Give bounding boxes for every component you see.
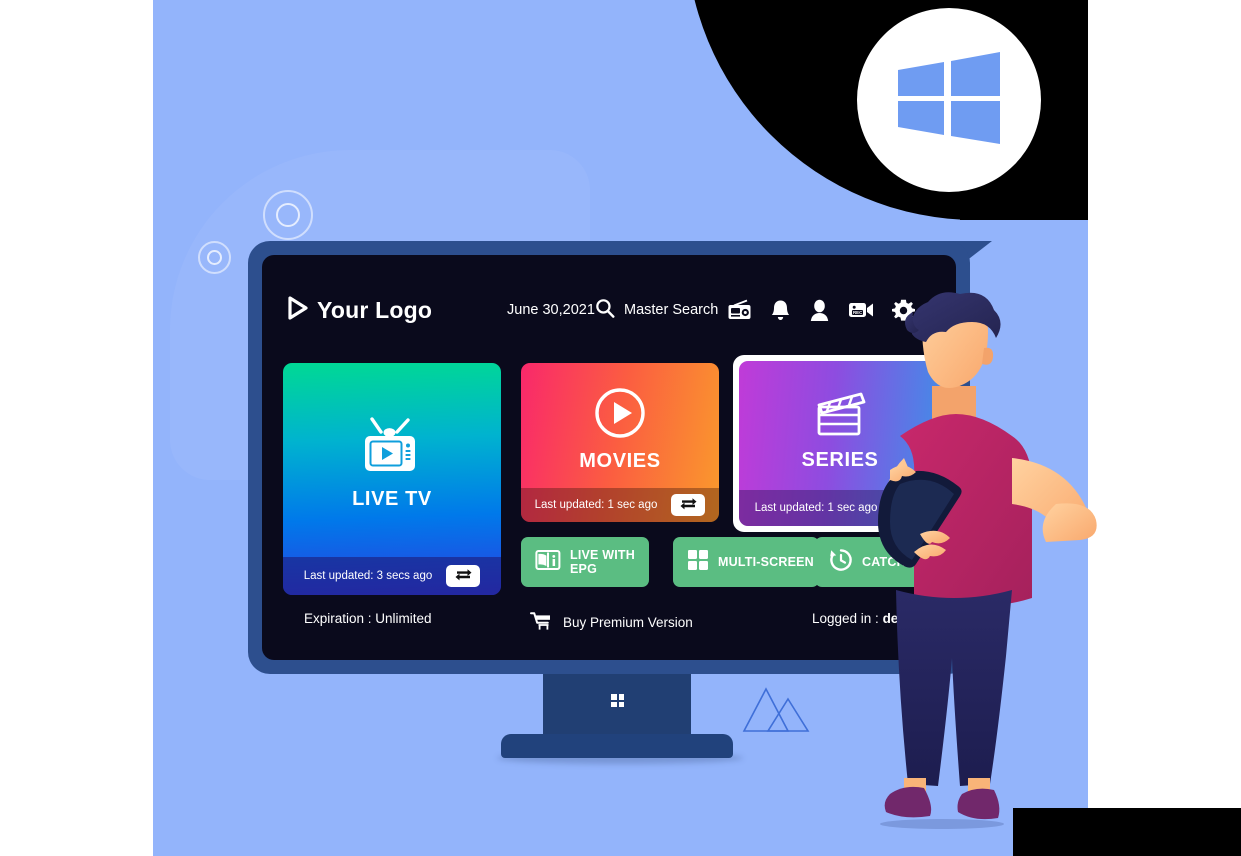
tile-live-tv-footer: Last updated: 3 secs ago — [283, 557, 501, 595]
app-footer: Expiration : Unlimited Buy Premium Versi… — [262, 611, 956, 651]
master-search-label: Master Search — [624, 302, 719, 318]
bell-icon[interactable] — [770, 299, 791, 322]
person-illustration — [860, 290, 1100, 830]
concentric-ring-inner-icon-small — [207, 250, 222, 265]
triangles-icon — [742, 685, 812, 745]
button-multi-screen-label: MULTI-SCREEN — [718, 554, 814, 569]
tile-movies[interactable]: MOVIES Last updated: 1 sec ago — [521, 363, 719, 522]
monitor-base — [501, 734, 733, 758]
windows-logo-icon — [896, 50, 1002, 151]
grid-four-icon — [687, 549, 709, 574]
app-logo[interactable]: Your Logo — [287, 295, 433, 325]
play-triangle-icon — [287, 295, 309, 325]
tile-live-tv[interactable]: LIVE TV Last updated: 3 secs ago — [283, 363, 501, 595]
refresh-loop-icon — [454, 566, 473, 586]
white-margin-left — [0, 0, 153, 856]
tile-live-tv-updated: Last updated: 3 secs ago — [303, 570, 433, 582]
person-icon[interactable] — [809, 299, 830, 322]
white-margin-right — [1088, 0, 1241, 812]
radio-icon[interactable] — [727, 299, 752, 321]
refresh-loop-icon — [679, 495, 698, 515]
footer-buy-premium-label: Buy Premium Version — [563, 615, 693, 630]
tile-live-tv-title: LIVE TV — [352, 488, 432, 510]
button-live-with-epg-label: LIVE WITH EPG — [570, 547, 635, 576]
app-header: Your Logo June 30,2021 Master Search REC — [262, 285, 956, 335]
screenshot-stage: Your Logo June 30,2021 Master Search REC… — [0, 0, 1241, 856]
tile-movies-refresh-button[interactable] — [671, 494, 706, 516]
retro-tv-icon — [361, 417, 423, 482]
footer-buy-premium-button[interactable]: Buy Premium Version — [530, 611, 693, 634]
tile-movies-title: MOVIES — [579, 449, 661, 472]
master-search-button[interactable]: Master Search — [595, 298, 718, 323]
clock-rewind-icon — [829, 548, 853, 575]
search-icon — [595, 298, 615, 323]
windows-platform-badge — [857, 8, 1041, 192]
tile-series-updated: Last updated: 1 sec ago — [754, 502, 878, 514]
footer-expiration: Expiration : Unlimited — [304, 611, 432, 626]
tile-movies-updated: Last updated: 1 sec ago — [534, 499, 658, 511]
shopping-cart-icon — [530, 611, 552, 634]
windows-squares-icon — [611, 694, 624, 707]
button-live-with-epg[interactable]: LIVE WITH EPG — [521, 537, 649, 587]
concentric-ring-inner-icon — [276, 203, 300, 227]
app-screen: Your Logo June 30,2021 Master Search REC… — [262, 255, 956, 660]
app-logo-text: Your Logo — [317, 296, 433, 323]
header-date: June 30,2021 — [507, 302, 595, 318]
epg-book-icon — [535, 549, 561, 574]
tile-movies-footer: Last updated: 1 sec ago — [521, 488, 719, 522]
tile-live-tv-refresh-button[interactable] — [446, 565, 481, 587]
button-multi-screen[interactable]: MULTI-SCREEN — [673, 537, 819, 587]
play-circle-icon — [594, 387, 646, 444]
